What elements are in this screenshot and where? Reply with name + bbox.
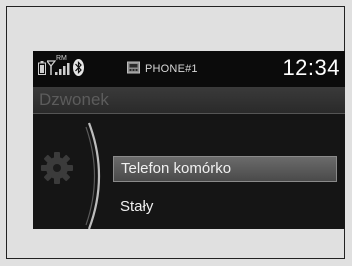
clock: 12:34	[282, 55, 340, 80]
phone-name: PHONE#1	[145, 63, 198, 75]
display-screen: RM PHONE#1 12:34 Dzwonek Telefon komórko…	[33, 51, 345, 229]
menu-item-mobile-phone[interactable]: Telefon komórko	[113, 156, 337, 182]
menu-item-label: Telefon komórko	[121, 160, 232, 177]
settings-gear-icon	[41, 152, 73, 184]
figure-frame: RM PHONE#1 12:34 Dzwonek Telefon komórko…	[6, 6, 345, 259]
menu-item-label: Stały	[120, 198, 154, 215]
roaming-indicator: RM	[56, 55, 67, 62]
status-bar: RM PHONE#1 12:34	[33, 51, 345, 87]
menu-item-fixed[interactable]: Stały	[113, 194, 337, 220]
selection-arc	[85, 122, 101, 229]
title-bar: Dzwonek	[33, 87, 345, 114]
signal-strength-icon	[47, 60, 70, 75]
bluetooth-icon	[73, 59, 84, 76]
battery-icon	[38, 61, 46, 75]
page-title: Dzwonek	[39, 90, 109, 109]
phone-device-icon	[127, 61, 140, 74]
